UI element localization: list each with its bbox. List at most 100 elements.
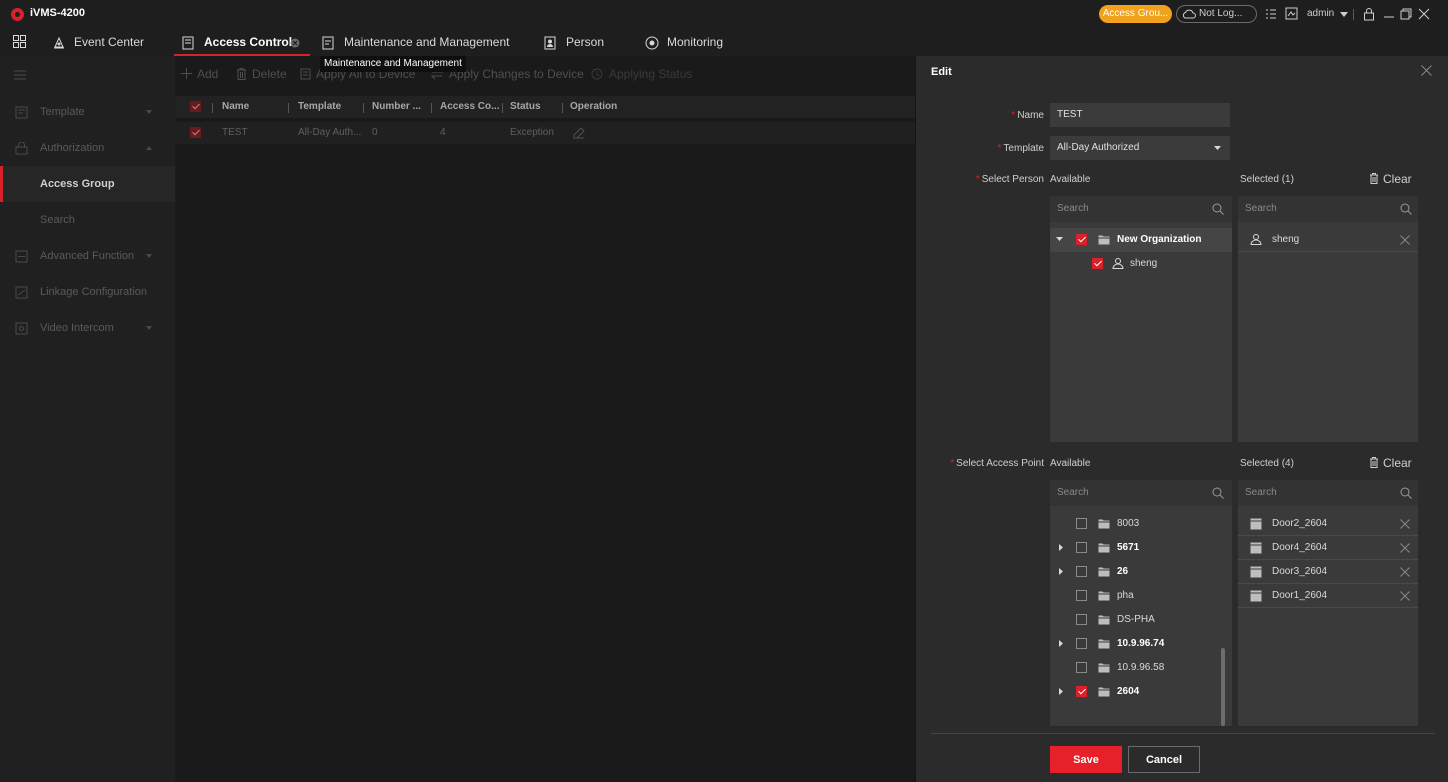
ap-tree-item[interactable]: 10.9.96.74 <box>1050 632 1220 656</box>
ap-available-search-input[interactable] <box>1050 480 1232 506</box>
cell-name: TEST <box>222 127 248 138</box>
linkage-icon <box>15 286 28 299</box>
selected-access-point-row[interactable]: Door2_2604 <box>1238 512 1418 536</box>
cloud-status-button[interactable]: Not Log... <box>1176 5 1257 23</box>
close-icon[interactable] <box>1421 65 1432 76</box>
user-menu[interactable]: admin <box>1307 8 1334 19</box>
tab-event-center[interactable]: Event Center <box>52 29 172 56</box>
column-header-number[interactable]: Number ... <box>372 96 430 118</box>
selected-access-point-row[interactable]: Door1_2604 <box>1238 584 1418 608</box>
column-header-template[interactable]: Template <box>298 96 358 118</box>
search-icon[interactable] <box>1212 487 1224 499</box>
hamburger-menu-icon[interactable] <box>14 70 26 80</box>
ap-tree-item[interactable]: 5671 <box>1050 536 1220 560</box>
column-header-operation[interactable]: Operation <box>570 96 630 118</box>
caret-down-icon[interactable] <box>1340 12 1348 17</box>
row-checkbox[interactable] <box>190 127 201 138</box>
remove-icon[interactable] <box>1400 543 1410 553</box>
cancel-button[interactable]: Cancel <box>1128 746 1200 773</box>
ap-tree-item[interactable]: 10.9.96.58 <box>1050 656 1220 680</box>
ap-checkbox[interactable] <box>1076 542 1087 553</box>
search-icon[interactable] <box>1400 487 1412 499</box>
selected-access-point-row[interactable]: Door4_2604 <box>1238 536 1418 560</box>
column-header-status[interactable]: Status <box>510 96 560 118</box>
close-tab-icon[interactable] <box>290 38 300 48</box>
selected-person-row[interactable]: sheng <box>1238 228 1418 252</box>
clear-person-button[interactable]: Clear <box>1369 172 1413 186</box>
task-list-icon[interactable] <box>1265 8 1277 20</box>
caret-right-icon[interactable] <box>1059 688 1063 695</box>
tab-access-control[interactable]: Access Control <box>182 29 310 56</box>
folder-icon <box>1098 234 1110 245</box>
screen-icon[interactable] <box>1285 7 1298 20</box>
sidebar-item-label: Video Intercom <box>40 322 114 334</box>
tree-item-person[interactable]: sheng <box>1050 252 1232 276</box>
minimize-icon[interactable] <box>1383 7 1395 21</box>
clear-access-point-button[interactable]: Clear <box>1369 456 1413 470</box>
applying-status-button[interactable]: Applying Status <box>591 62 711 86</box>
lock-icon[interactable] <box>1363 7 1375 21</box>
remove-icon[interactable] <box>1400 567 1410 577</box>
person-selected-search-input[interactable] <box>1238 196 1418 222</box>
delete-button[interactable]: Delete <box>236 62 292 86</box>
caret-down-icon[interactable] <box>1214 146 1221 150</box>
search-icon[interactable] <box>1400 203 1412 215</box>
person-checkbox[interactable] <box>1092 258 1103 269</box>
save-button[interactable]: Save <box>1050 746 1122 773</box>
door-icon <box>1250 590 1262 602</box>
search-icon[interactable] <box>1212 203 1224 215</box>
sidebar-item-access-group[interactable]: Access Group <box>0 166 175 202</box>
trash-icon <box>1369 457 1379 468</box>
ap-checkbox[interactable] <box>1076 662 1087 673</box>
tab-monitoring[interactable]: Monitoring <box>645 29 745 56</box>
edit-panel-title: Edit <box>931 66 952 78</box>
remove-icon[interactable] <box>1400 519 1410 529</box>
select-access-point-label: * Select Access Point <box>950 458 1044 469</box>
ap-tree-item[interactable]: 2604 <box>1050 680 1220 704</box>
tree-item-new-organization[interactable]: New Organization <box>1050 228 1232 252</box>
column-header-access-count[interactable]: Access Co... <box>440 96 500 118</box>
remove-icon[interactable] <box>1400 235 1410 245</box>
edit-icon[interactable] <box>573 127 585 139</box>
select-all-checkbox[interactable] <box>190 101 201 112</box>
sidebar-item-search[interactable]: Search <box>0 202 175 238</box>
sidebar-item-authorization[interactable]: Authorization <box>0 130 175 166</box>
ap-tree-item[interactable]: DS-PHA <box>1050 608 1220 632</box>
ap-tree-item[interactable]: pha <box>1050 584 1220 608</box>
person-available-search-input[interactable] <box>1050 196 1232 222</box>
tab-person[interactable]: Person <box>544 29 614 56</box>
ap-tree-item[interactable]: 8003 <box>1050 512 1220 536</box>
ap-checkbox[interactable] <box>1076 614 1087 625</box>
ap-checkbox[interactable] <box>1076 518 1087 529</box>
name-input[interactable] <box>1050 103 1230 127</box>
sidebar-item-template[interactable]: Template <box>0 94 175 130</box>
column-header-name[interactable]: Name <box>222 96 282 118</box>
ap-list-scrollbar[interactable] <box>1221 648 1225 726</box>
caret-right-icon[interactable] <box>1059 568 1063 575</box>
caret-right-icon[interactable] <box>1059 544 1063 551</box>
ap-selected-search-input[interactable] <box>1238 480 1418 506</box>
close-window-icon[interactable] <box>1418 7 1430 21</box>
access-group-badge[interactable]: Access Grou... <box>1099 5 1172 23</box>
remove-icon[interactable] <box>1400 591 1410 601</box>
module-grid-icon[interactable] <box>13 35 26 48</box>
selected-access-point-row[interactable]: Door3_2604 <box>1238 560 1418 584</box>
template-select[interactable]: All-Day Authorized <box>1050 136 1230 160</box>
ap-checkbox[interactable] <box>1076 686 1087 697</box>
user-icon <box>1112 258 1124 269</box>
caret-down-icon[interactable] <box>1056 237 1063 241</box>
add-button[interactable]: Add <box>181 62 231 86</box>
caret-right-icon[interactable] <box>1059 640 1063 647</box>
restore-icon[interactable] <box>1400 7 1412 21</box>
ap-tree-item[interactable]: 26 <box>1050 560 1220 584</box>
tab-label: Access Control <box>204 35 293 49</box>
ap-checkbox[interactable] <box>1076 590 1087 601</box>
org-checkbox[interactable] <box>1076 234 1087 245</box>
tab-maintenance-management[interactable]: Maintenance and Management <box>322 29 512 56</box>
ap-checkbox[interactable] <box>1076 638 1087 649</box>
sidebar-item-video-intercom[interactable]: Video Intercom <box>0 310 175 346</box>
sidebar-item-linkage-configuration[interactable]: Linkage Configuration <box>0 274 175 310</box>
folder-icon <box>1098 590 1110 601</box>
ap-checkbox[interactable] <box>1076 566 1087 577</box>
sidebar-item-advanced-function[interactable]: Advanced Function <box>0 238 175 274</box>
